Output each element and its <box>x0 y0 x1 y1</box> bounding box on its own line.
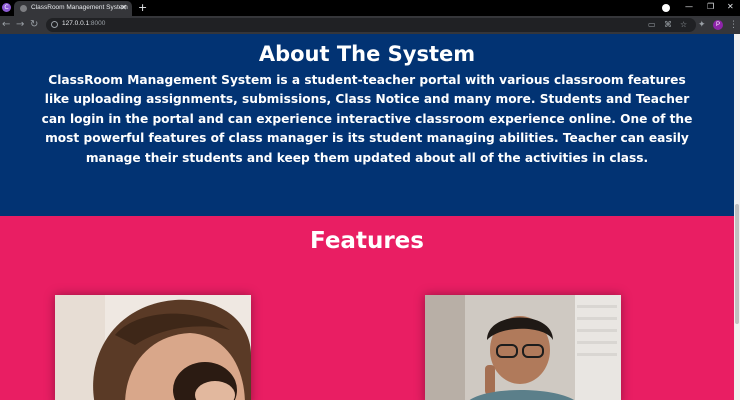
page-scrollbar[interactable] <box>734 34 740 400</box>
qr-code-icon[interactable]: ⌘ <box>664 19 672 31</box>
address-bar[interactable]: 127.0.0.1:8000 ▭ ⌘ ☆ <box>46 18 696 32</box>
forward-icon[interactable]: → <box>16 18 24 32</box>
extensions-icon[interactable]: ✦ <box>698 18 706 32</box>
student-photo <box>55 295 251 400</box>
back-icon[interactable]: ← <box>2 18 10 32</box>
maximize-icon[interactable]: ❐ <box>707 1 714 13</box>
features-section: Features <box>0 216 734 400</box>
window-close-icon[interactable]: ✕ <box>727 1 734 13</box>
new-tab-icon[interactable]: + <box>138 1 147 14</box>
browser-profile-icon[interactable]: C <box>2 3 11 12</box>
scrollbar-thumb[interactable] <box>735 204 739 324</box>
browser-tabstrip: C ClassRoom Management System ✕ + — ❐ ✕ <box>0 0 740 16</box>
about-description: ClassRoom Management System is a student… <box>41 73 693 165</box>
media-control-icon[interactable] <box>662 4 670 12</box>
browser-toolbar: ← → ↻ 127.0.0.1:8000 ▭ ⌘ ☆ ✦ P ⋮ <box>0 16 740 34</box>
tab-title: ClassRoom Management System <box>31 4 128 11</box>
cast-icon[interactable]: ▭ <box>648 19 656 31</box>
globe-icon <box>20 5 27 12</box>
url-text: 127.0.0.1:8000 <box>62 20 106 27</box>
feature-image-student <box>55 295 251 400</box>
features-title: Features <box>310 228 424 254</box>
page-viewport: About The System ClassRoom Management Sy… <box>0 34 734 400</box>
site-info-icon[interactable] <box>51 21 58 28</box>
browser-tab-active[interactable]: ClassRoom Management System ✕ <box>14 1 132 16</box>
teacher-photo <box>425 295 621 400</box>
about-title: About The System <box>258 42 476 66</box>
minimize-icon[interactable]: — <box>685 1 693 13</box>
profile-avatar[interactable]: P <box>713 20 723 30</box>
about-section: About The System ClassRoom Management Sy… <box>0 34 734 216</box>
feature-image-teacher <box>425 295 621 400</box>
close-icon[interactable]: ✕ <box>120 3 127 13</box>
browser-menu-icon[interactable]: ⋮ <box>729 18 738 32</box>
bookmark-star-icon[interactable]: ☆ <box>680 19 687 31</box>
reload-icon[interactable]: ↻ <box>30 18 38 32</box>
